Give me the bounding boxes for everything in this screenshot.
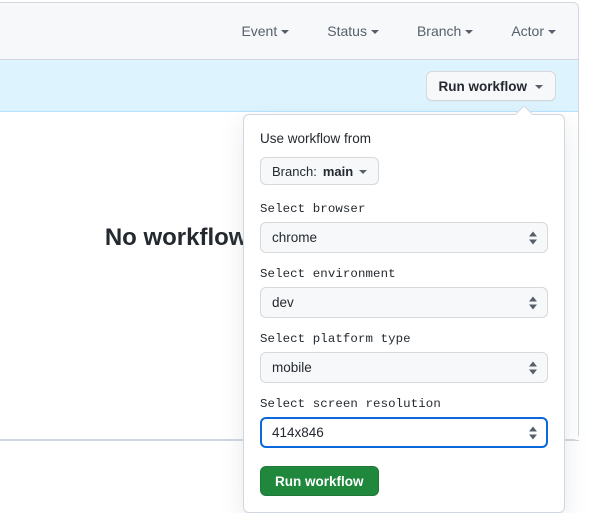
filter-status[interactable]: Status xyxy=(327,23,379,39)
select-environment-wrap: dev xyxy=(260,287,548,318)
run-workflow-dropdown-button[interactable]: Run workflow xyxy=(425,71,556,101)
chevron-down-icon xyxy=(359,170,368,174)
field-select-screen-resolution: Select screen resolution 414x846 xyxy=(260,397,548,448)
select-browser-wrap: chrome xyxy=(260,222,548,253)
filter-event-label: Event xyxy=(241,23,278,39)
select-environment-label: Select environment xyxy=(260,267,396,281)
select-screen-resolution-input[interactable]: 414x846 xyxy=(260,417,548,448)
select-platform-type-label: Select platform type xyxy=(260,332,411,346)
run-workflow-dropdown-label: Run workflow xyxy=(438,78,528,94)
chevron-down-icon xyxy=(465,30,474,34)
chevron-down-icon xyxy=(535,85,543,89)
select-environment-input[interactable]: dev xyxy=(260,287,548,318)
branch-name-label: main xyxy=(322,163,354,179)
field-select-environment: Select environment dev xyxy=(260,267,548,318)
select-platform-type-wrap: mobile xyxy=(260,352,548,383)
field-select-platform-type: Select platform type mobile xyxy=(260,332,548,383)
select-browser-label: Select browser xyxy=(260,202,366,216)
branch-selector-button[interactable]: Branch: main xyxy=(260,157,380,185)
workflow-dispatch-banner: Run workflow xyxy=(0,60,578,112)
filter-branch-label: Branch xyxy=(416,23,462,39)
chevron-down-icon xyxy=(370,30,379,34)
filter-branch[interactable]: Branch xyxy=(416,23,474,39)
select-browser-input[interactable]: chrome xyxy=(260,222,548,253)
field-select-browser: Select browser chrome xyxy=(260,202,548,253)
filter-event[interactable]: Event xyxy=(241,23,290,39)
run-workflow-dropdown-panel: Use workflow from Branch: main Select br… xyxy=(243,114,565,513)
select-platform-type-input[interactable]: mobile xyxy=(260,352,548,383)
chevron-down-icon xyxy=(548,30,556,34)
filter-actor-label: Actor xyxy=(511,23,544,39)
select-screen-resolution-wrap: 414x846 xyxy=(260,417,548,448)
filter-toolbar: Event Status Branch Actor xyxy=(0,3,578,60)
run-workflow-submit-button[interactable]: Run workflow xyxy=(260,466,379,496)
dropdown-arrow-icon xyxy=(516,106,532,115)
filter-actor[interactable]: Actor xyxy=(511,23,556,39)
branch-prefix-label: Branch: xyxy=(272,163,317,179)
chevron-down-icon xyxy=(281,30,290,34)
use-workflow-from-label: Use workflow from xyxy=(260,131,372,146)
filter-status-label: Status xyxy=(327,23,367,39)
select-screen-resolution-label: Select screen resolution xyxy=(260,397,441,411)
